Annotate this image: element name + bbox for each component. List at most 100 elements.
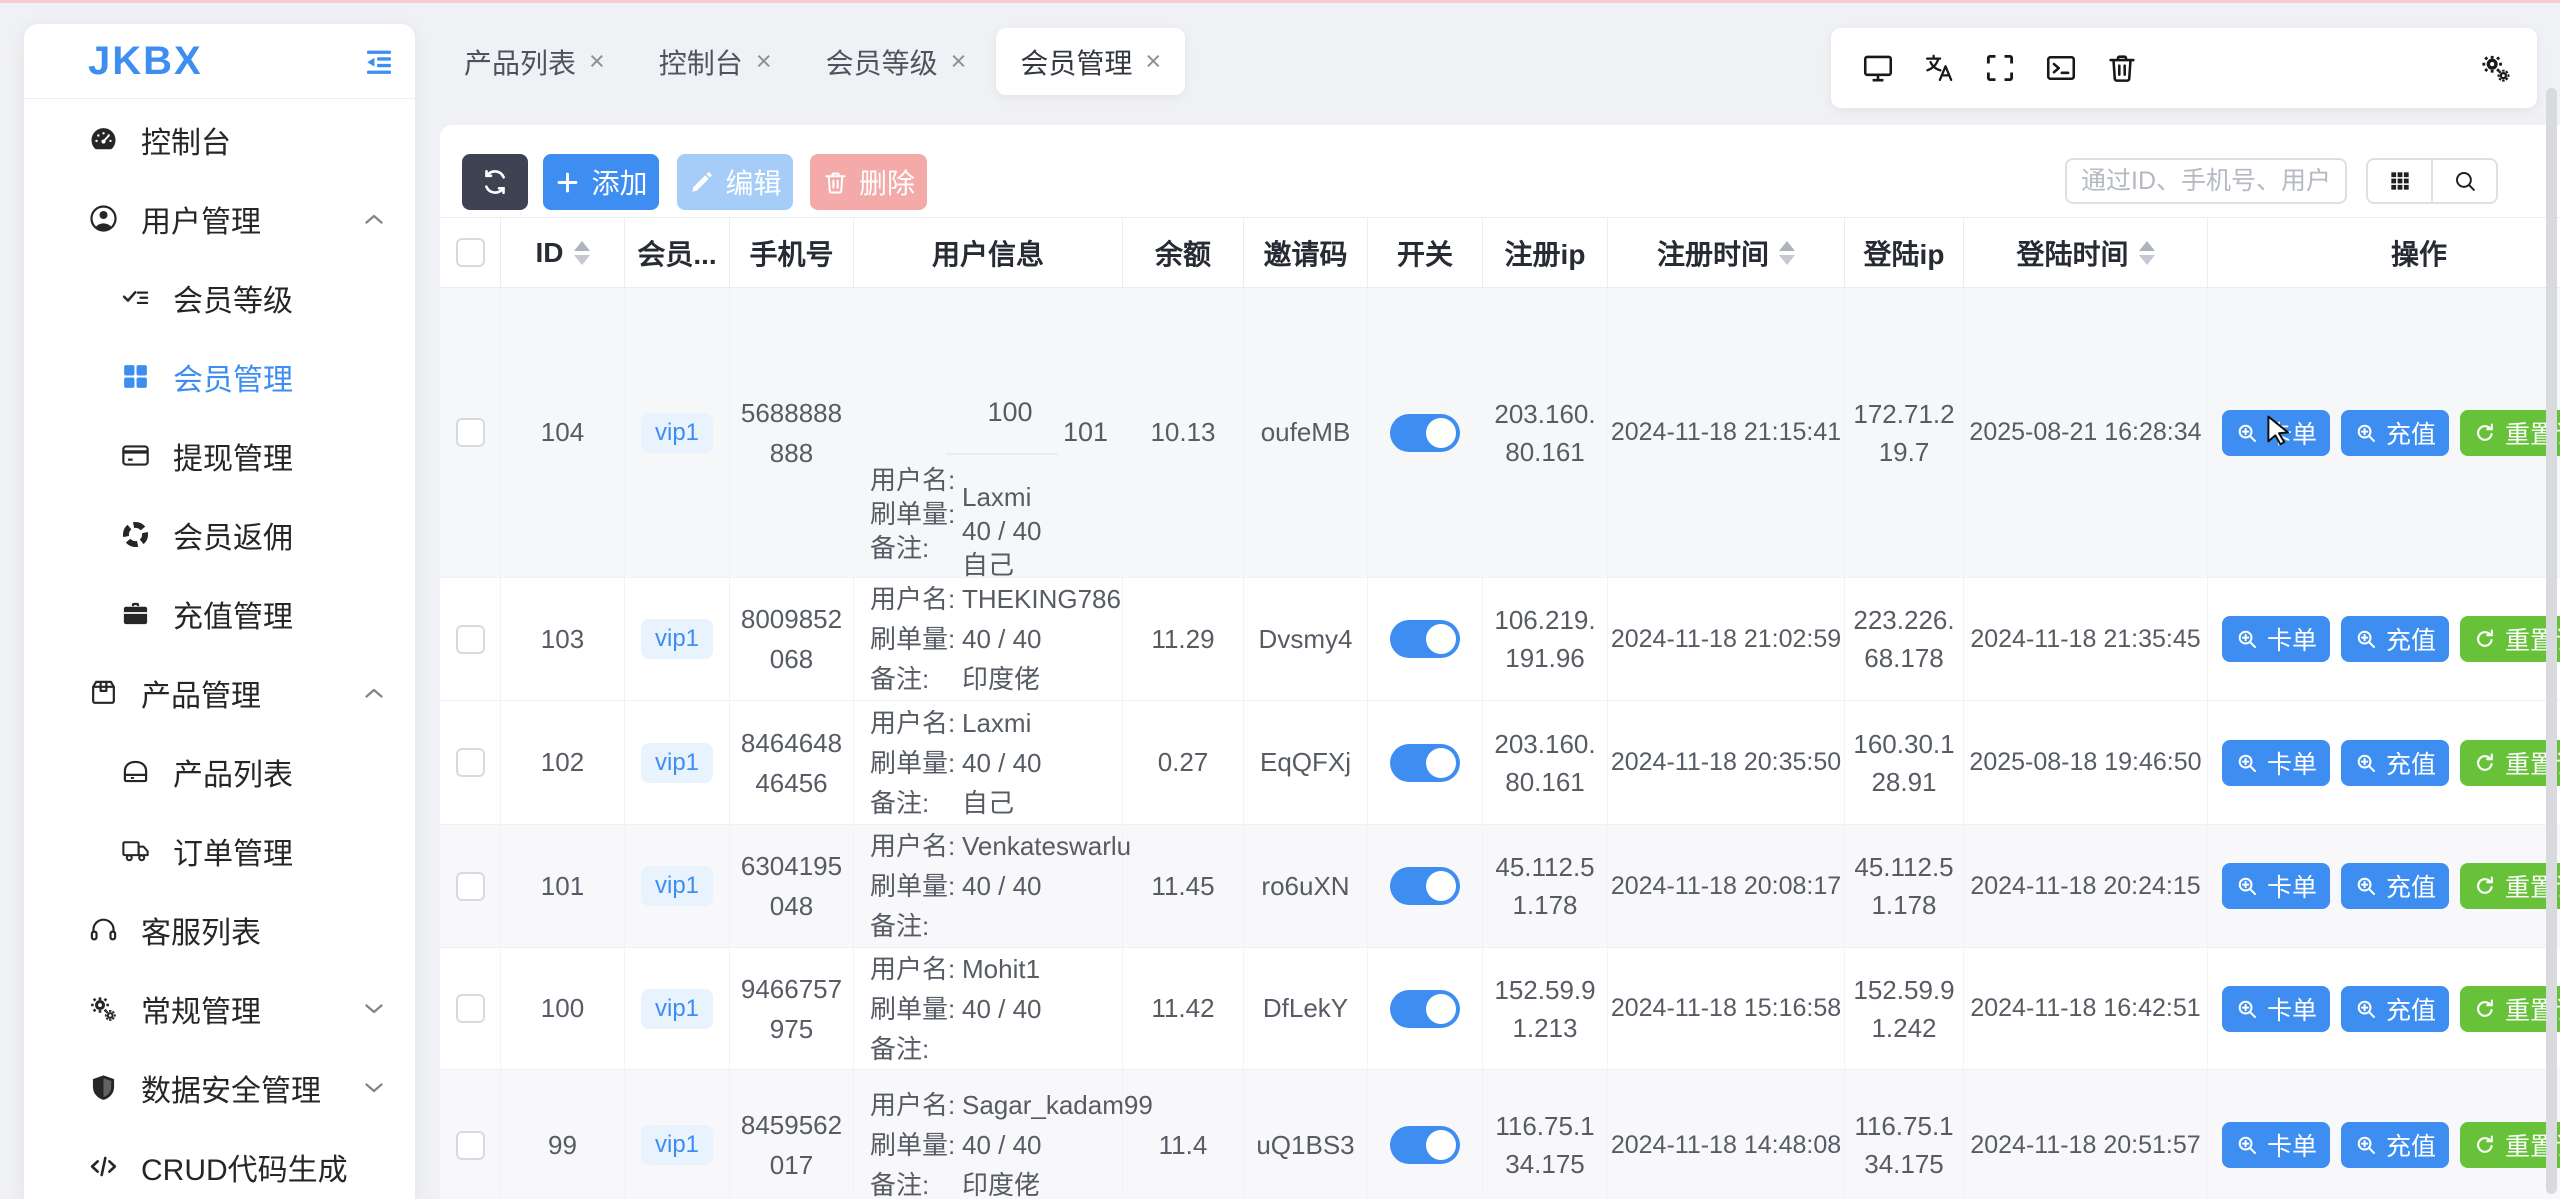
tab-close-icon[interactable]: ×	[951, 46, 967, 77]
tab-4[interactable]: 会员管理×	[996, 28, 1185, 95]
search-button[interactable]	[2433, 160, 2496, 202]
sidebar-collapse-icon[interactable]	[363, 45, 395, 77]
package-icon	[88, 677, 119, 708]
fullscreen-icon[interactable]	[1983, 51, 2017, 85]
cell-login-time: 2024-11-18 16:42:51	[1964, 948, 2208, 1069]
translate-icon[interactable]	[1922, 51, 1956, 85]
cell-switch	[1368, 948, 1483, 1069]
refresh-button[interactable]	[462, 154, 528, 210]
sidebar-item-checklist[interactable]: 会员等级	[24, 258, 415, 337]
login-time-value: 2024-11-18 20:51:57	[1970, 1131, 2200, 1160]
inline-edit-value[interactable]: 100	[950, 397, 1070, 428]
zoom-in-icon	[2235, 627, 2259, 651]
delete-button[interactable]: 删除	[810, 154, 927, 210]
tab-3[interactable]: 会员等级×	[802, 28, 991, 95]
sidebar-item-label: 用户管理	[141, 197, 261, 241]
sidebar-item-package[interactable]: 产品管理	[24, 653, 415, 732]
action-button-recharge[interactable]: 充值	[2341, 616, 2449, 662]
cell-switch	[1368, 1070, 1483, 1199]
action-button-card-order[interactable]: 卡单	[2222, 740, 2330, 786]
cell-checkbox	[440, 825, 501, 947]
action-button-label: 充值	[2386, 745, 2436, 781]
monitor-icon[interactable]	[1861, 51, 1895, 85]
row-checkbox[interactable]	[456, 748, 485, 777]
column-header-register-time[interactable]: 注册时间	[1608, 218, 1845, 287]
row-checkbox[interactable]	[456, 418, 485, 447]
select-all-checkbox[interactable]	[456, 238, 485, 267]
column-header-id[interactable]: ID	[501, 218, 625, 287]
column-header-invite-code: 邀请码	[1244, 218, 1368, 287]
tab-1[interactable]: 产品列表×	[440, 28, 629, 95]
settings-icon[interactable]	[2479, 51, 2513, 85]
row-checkbox[interactable]	[456, 1131, 485, 1160]
sidebar-item-briefcase[interactable]: 充值管理	[24, 574, 415, 653]
action-button-reset-order[interactable]: 重置订单	[2460, 863, 2560, 909]
action-button-recharge[interactable]: 充值	[2341, 410, 2449, 456]
cell-phone: 5688888888	[730, 288, 854, 577]
sidebar-item-headset[interactable]: 客服列表	[24, 890, 415, 969]
action-button-recharge[interactable]: 充值	[2341, 740, 2449, 786]
tab-close-icon[interactable]: ×	[756, 46, 772, 77]
action-button-reset-order[interactable]: 重置订单	[2460, 986, 2560, 1032]
action-button-reset-order[interactable]: 重置订单	[2460, 410, 2560, 456]
action-button-label: 卡单	[2267, 1127, 2317, 1163]
sort-carets-icon[interactable]	[1779, 241, 1795, 265]
action-button-label: 充值	[2386, 1127, 2436, 1163]
sidebar-item-gears[interactable]: 常规管理	[24, 969, 415, 1048]
action-button-label: 充值	[2386, 415, 2436, 451]
action-button-recharge[interactable]: 充值	[2341, 863, 2449, 909]
commission-icon	[120, 519, 151, 550]
vertical-scrollbar[interactable]	[2546, 88, 2557, 1194]
row-checkbox[interactable]	[456, 994, 485, 1023]
status-toggle[interactable]	[1390, 1126, 1460, 1164]
action-button-recharge[interactable]: 充值	[2341, 986, 2449, 1032]
trash-icon[interactable]	[2105, 51, 2139, 85]
action-button-card-order[interactable]: 卡单	[2222, 1122, 2330, 1168]
columns-button[interactable]	[2368, 160, 2433, 202]
sidebar-item-shield[interactable]: 数据安全管理	[24, 1048, 415, 1127]
action-button-label: 充值	[2386, 991, 2436, 1027]
action-button-recharge[interactable]: 充值	[2341, 1122, 2449, 1168]
action-button-reset-order[interactable]: 重置订单	[2460, 1122, 2560, 1168]
action-button-reset-order[interactable]: 重置订单	[2460, 616, 2560, 662]
tab-close-icon[interactable]: ×	[589, 46, 605, 77]
add-button[interactable]: 添加	[543, 154, 659, 210]
sort-carets-icon[interactable]	[574, 241, 590, 265]
edit-button[interactable]: 编辑	[677, 154, 793, 210]
action-button-card-order[interactable]: 卡单	[2222, 410, 2330, 456]
cell-member-level: vip1	[625, 288, 730, 577]
table-row: 102vip1846464846456用户名:Laxmi刷单量:40 / 40备…	[440, 701, 2560, 825]
status-toggle[interactable]	[1390, 620, 1460, 658]
terminal-icon[interactable]	[2044, 51, 2078, 85]
sidebar-item-bread[interactable]: 产品列表	[24, 732, 415, 811]
remark-label: 备注:	[870, 783, 962, 823]
column-header-login-time[interactable]: 登陆时间	[1964, 218, 2208, 287]
status-toggle[interactable]	[1390, 990, 1460, 1028]
status-toggle[interactable]	[1390, 414, 1460, 452]
sidebar-item-card[interactable]: 提现管理	[24, 416, 415, 495]
sort-carets-icon[interactable]	[2139, 241, 2155, 265]
action-button-label: 充值	[2386, 868, 2436, 904]
user-info-line: 用户名:Mohit1	[870, 949, 1040, 989]
sidebar-item-code[interactable]: CRUD代码生成	[24, 1127, 415, 1199]
action-button-card-order[interactable]: 卡单	[2222, 863, 2330, 909]
tab-close-icon[interactable]: ×	[1145, 46, 1161, 77]
status-toggle[interactable]	[1390, 867, 1460, 905]
sidebar-item-dashboard[interactable]: 控制台	[24, 100, 415, 179]
action-button-reset-order[interactable]: 重置订单	[2460, 740, 2560, 786]
sidebar-item-grid[interactable]: 会员管理	[24, 337, 415, 416]
row-checkbox[interactable]	[456, 872, 485, 901]
search-input[interactable]	[2065, 158, 2347, 204]
status-toggle[interactable]	[1390, 744, 1460, 782]
action-button-card-order[interactable]: 卡单	[2222, 986, 2330, 1032]
action-button-card-order[interactable]: 卡单	[2222, 616, 2330, 662]
sidebar-item-truck[interactable]: 订单管理	[24, 811, 415, 890]
row-checkbox[interactable]	[456, 625, 485, 654]
sidebar-item-user[interactable]: 用户管理	[24, 179, 415, 258]
brush-value: 40 / 40	[962, 866, 1042, 906]
tab-2[interactable]: 控制台×	[635, 28, 796, 95]
balance-value: 11.29	[1151, 624, 1214, 655]
sidebar-item-commission[interactable]: 会员返佣	[24, 495, 415, 574]
zoom-in-icon	[2354, 874, 2378, 898]
bread-icon	[120, 756, 151, 787]
